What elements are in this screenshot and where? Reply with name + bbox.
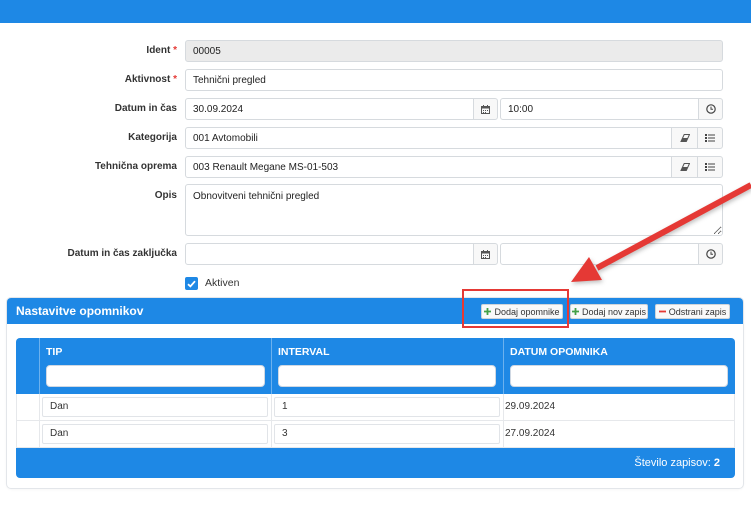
cell-datum-opomnika-value: 29.09.2024 (505, 401, 556, 412)
time-picker-button[interactable] (698, 98, 723, 120)
cell-tip: Dan (39, 421, 271, 447)
reminders-table: TIP INTERVAL DATUM OPOMNIKA Dan 1 29.09.… (16, 338, 735, 478)
aktivnost-label: Aktivnost * (0, 69, 177, 91)
required-mark: * (173, 74, 177, 85)
kategorija-list-button[interactable] (697, 127, 723, 149)
kategorija-field[interactable] (185, 127, 672, 149)
filter-input-interval[interactable] (278, 365, 496, 387)
calendar-icon (481, 104, 490, 114)
clock-icon (705, 249, 716, 259)
remove-record-button[interactable]: Odstrani zapis (655, 304, 730, 319)
date-picker-button[interactable] (473, 98, 498, 120)
cell-tip-value[interactable]: Dan (42, 397, 268, 417)
tehnicna-oprema-clear-button[interactable] (671, 156, 698, 178)
aktiven-checkbox[interactable] (185, 277, 198, 290)
end-time-field[interactable] (500, 243, 699, 265)
record-count: 2 (713, 457, 720, 469)
eraser-icon (679, 163, 690, 171)
panel-title: Nastavitve opomnikov (16, 304, 144, 318)
list-icon (705, 134, 715, 142)
cell-datum-opomnika: 29.09.2024 (503, 394, 735, 420)
plus-icon (484, 308, 492, 315)
cell-datum-opomnika-value: 27.09.2024 (505, 428, 556, 439)
calendar-icon (481, 249, 490, 259)
column-header-interval[interactable]: INTERVAL (278, 345, 330, 359)
opis-label: Opis (154, 190, 177, 201)
reminder-settings-panel: Nastavitve opomnikov Dodaj opomnike Doda… (7, 298, 743, 488)
remove-record-label: Odstrani zapis (668, 306, 727, 317)
datum-in-cas-label: Datum in čas (114, 103, 177, 114)
ident-field (185, 40, 723, 62)
add-record-button[interactable]: Dodaj nov zapis (570, 304, 648, 319)
list-icon (705, 163, 715, 171)
cell-interval: 1 (271, 394, 503, 420)
filter-input-datum-opomnika[interactable] (510, 365, 728, 387)
ident-label-text: Ident (146, 45, 171, 56)
header-cell-tip: TIP (39, 338, 271, 394)
cell-datum-opomnika: 27.09.2024 (503, 421, 735, 447)
required-mark: * (173, 45, 177, 56)
end-time-picker-button[interactable] (698, 243, 723, 265)
row-selector-cell[interactable] (16, 394, 39, 420)
add-reminders-label: Dodaj opomnike (494, 306, 560, 317)
aktiven-label[interactable]: Aktiven (205, 277, 239, 290)
cell-tip: Dan (39, 394, 271, 420)
table-footer: Število zapisov: 2 (16, 448, 735, 478)
end-date-picker-button[interactable] (473, 243, 498, 265)
eraser-icon (679, 134, 690, 142)
datum-zakljucka-label: Datum in čas zaključka (67, 248, 178, 259)
check-icon (187, 280, 196, 288)
cell-interval: 3 (271, 421, 503, 447)
column-header-tip[interactable]: TIP (46, 345, 62, 359)
add-record-label: Dodaj nov zapis (581, 306, 647, 317)
filter-input-tip[interactable] (46, 365, 265, 387)
end-date-field[interactable] (185, 243, 474, 265)
table-row[interactable]: Dan 1 29.09.2024 (16, 394, 735, 421)
aktivnost-label-text: Aktivnost (124, 74, 171, 85)
date-field[interactable] (185, 98, 474, 120)
table-header: TIP INTERVAL DATUM OPOMNIKA (16, 338, 735, 394)
header-cell-interval: INTERVAL (271, 338, 503, 394)
plus-icon (571, 308, 579, 315)
top-bar (0, 0, 751, 23)
add-reminders-button[interactable]: Dodaj opomnike (481, 304, 563, 319)
row-selector-cell[interactable] (16, 421, 39, 447)
aktivnost-field[interactable] (185, 69, 723, 91)
cell-interval-value[interactable]: 1 (274, 397, 500, 417)
opis-textarea[interactable]: Obnovitveni tehnični pregled (185, 184, 723, 236)
kategorija-label: Kategorija (128, 132, 177, 143)
tehnicna-oprema-label: Tehnična oprema (94, 161, 177, 172)
cell-interval-value[interactable]: 3 (274, 424, 500, 444)
kategorija-clear-button[interactable] (671, 127, 698, 149)
record-count-label: Število zapisov: (634, 457, 711, 469)
minus-icon (658, 308, 666, 315)
header-cell-selector (16, 338, 39, 394)
cell-tip-value[interactable]: Dan (42, 424, 268, 444)
column-header-datum-opomnika[interactable]: DATUM OPOMNIKA (510, 345, 608, 359)
tehnicna-oprema-list-button[interactable] (697, 156, 723, 178)
tehnicna-oprema-field[interactable] (185, 156, 672, 178)
time-field[interactable] (500, 98, 699, 120)
panel-header: Nastavitve opomnikov Dodaj opomnike Doda… (7, 298, 743, 324)
ident-label: Ident * (0, 40, 177, 62)
header-cell-datum-opomnika: DATUM OPOMNIKA (503, 338, 735, 394)
table-row[interactable]: Dan 3 27.09.2024 (16, 421, 735, 448)
clock-icon (705, 104, 716, 114)
